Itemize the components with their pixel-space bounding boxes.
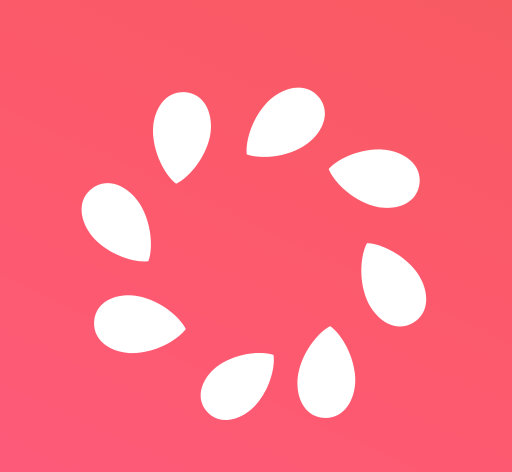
petal-8 <box>81 183 151 262</box>
petal-7 <box>94 295 186 354</box>
petal-4 <box>361 243 427 327</box>
petal-2 <box>246 87 325 157</box>
sunburst-logo-icon <box>81 87 427 420</box>
splash-screen <box>0 0 512 472</box>
petal-5 <box>297 326 356 418</box>
petal-6 <box>200 352 274 420</box>
petal-1 <box>153 92 211 184</box>
petal-3 <box>328 149 420 208</box>
